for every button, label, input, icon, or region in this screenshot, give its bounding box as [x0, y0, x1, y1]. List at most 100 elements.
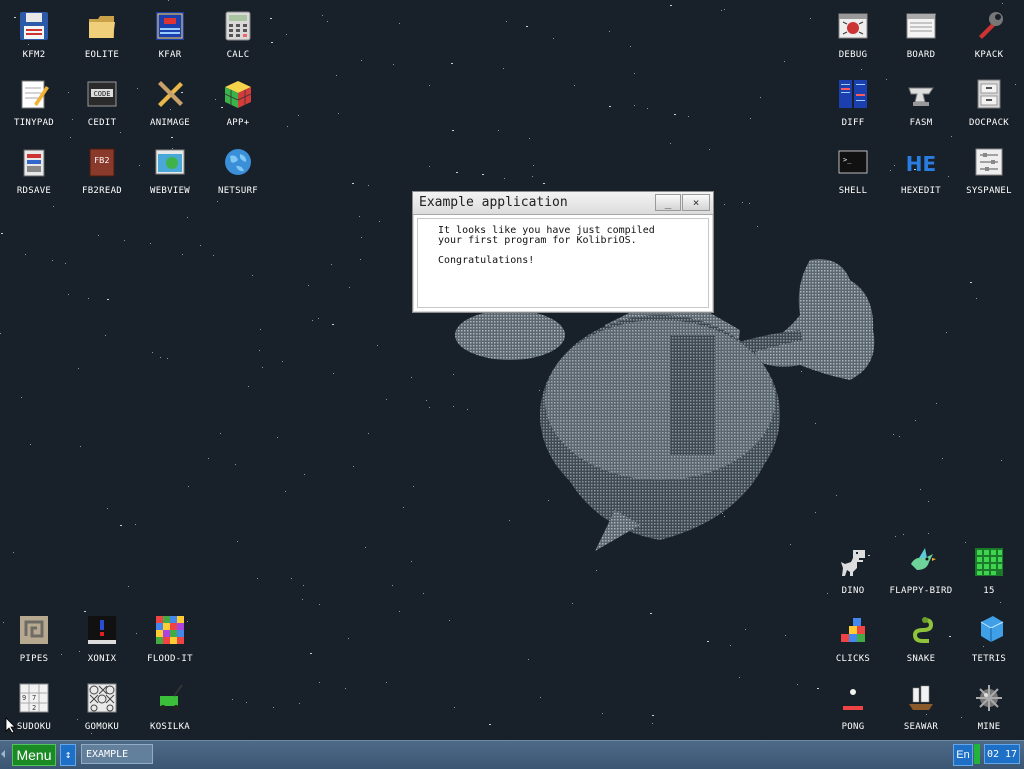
- keyboard-layout-indicator[interactable]: En: [953, 744, 973, 766]
- desktop-icon-animage[interactable]: ANIMAGE: [136, 68, 204, 134]
- desktop-icon-label: DINO: [841, 586, 865, 596]
- star: [411, 561, 412, 562]
- svg-text:FB2: FB2: [94, 156, 109, 165]
- desktop-icon-flappy-bird[interactable]: FLAPPY-BIRD: [887, 536, 955, 602]
- anvil-icon: [905, 78, 937, 110]
- star: [920, 489, 921, 490]
- desktop-icon-kfar[interactable]: KFAR: [136, 0, 204, 66]
- switch-windows-button[interactable]: ↕: [60, 744, 76, 766]
- star: [707, 641, 709, 642]
- desktop[interactable]: KFM2 EOLITE KFAR CALC TINYPAD CODE CEDIT ANIMAG…: [0, 0, 1024, 740]
- desktop-icon-clicks[interactable]: CLICKS: [819, 604, 887, 670]
- desktop-icon-tetris[interactable]: TETRIS: [955, 604, 1023, 670]
- desktop-icon-label: DEBUG: [838, 50, 868, 60]
- desktop-icon-seawar[interactable]: SEAWAR: [887, 672, 955, 738]
- star: [392, 585, 393, 586]
- star: [360, 259, 361, 260]
- desktop-icon-xonix[interactable]: XONIX: [68, 604, 136, 670]
- desktop-icon-webview[interactable]: WEBVIEW: [136, 136, 204, 202]
- star: [246, 702, 247, 703]
- desktop-icon-label: FLAPPY-BIRD: [889, 586, 953, 596]
- close-button[interactable]: ×: [682, 194, 710, 211]
- star: [652, 715, 654, 716]
- desktop-icon-label: TETRIS: [971, 654, 1007, 664]
- desktop-icon-label: FASM: [909, 118, 933, 128]
- desktop-icon-snake[interactable]: SNAKE: [887, 604, 955, 670]
- desktop-icon-pong[interactable]: PONG: [819, 672, 887, 738]
- desktop-icon-label: PIPES: [19, 654, 49, 664]
- desktop-icon-flood-it[interactable]: FLOOD-IT: [136, 604, 204, 670]
- desktop-icon-board[interactable]: BOARD: [887, 0, 955, 66]
- desktop-icon-docpack[interactable]: DOCPACK: [955, 68, 1023, 134]
- desktop-icon-calc[interactable]: CALC: [204, 0, 272, 66]
- desktop-icon-rdsave[interactable]: RDSAVE: [0, 136, 68, 202]
- notepad-icon: [18, 78, 50, 110]
- star: [429, 407, 430, 408]
- desktop-icon-label: SEAWAR: [903, 722, 939, 732]
- desktop-icon-dino[interactable]: DINO: [819, 536, 887, 602]
- star: [327, 21, 328, 22]
- desktop-icon-app-[interactable]: APP+: [204, 68, 272, 134]
- star: [709, 149, 710, 150]
- star: [361, 60, 362, 61]
- star: [13, 552, 14, 553]
- svg-text:HE: HE: [906, 152, 936, 176]
- star: [749, 203, 750, 204]
- minimize-button[interactable]: _: [655, 194, 681, 211]
- desktop-icon-fasm[interactable]: FASM: [887, 68, 955, 134]
- desktop-icon-eolite[interactable]: EOLITE: [68, 0, 136, 66]
- star: [68, 294, 69, 295]
- desktop-icon-kpack[interactable]: KPACK: [955, 0, 1023, 66]
- star: [784, 61, 785, 62]
- desktop-icon-label: CEDIT: [87, 118, 117, 128]
- star: [553, 38, 554, 39]
- desktop-icon-pipes[interactable]: PIPES: [0, 604, 68, 670]
- star: [352, 183, 354, 184]
- desktop-icon-label: KFAR: [158, 50, 182, 60]
- star: [25, 254, 26, 255]
- star: [724, 204, 725, 205]
- star: [319, 682, 320, 683]
- desktop-icon-hexedit[interactable]: HE HEXEDIT: [887, 136, 955, 202]
- scroll-left-icon[interactable]: [1, 750, 5, 758]
- desktop-icon-syspanel[interactable]: SYSPANEL: [955, 136, 1023, 202]
- pipes-icon: [18, 614, 50, 646]
- svg-text:7: 7: [32, 694, 36, 702]
- star: [160, 357, 161, 358]
- desktop-icon-debug[interactable]: DEBUG: [819, 0, 887, 66]
- star: [213, 255, 214, 256]
- sliders-icon: [973, 146, 1005, 178]
- desktop-icon-gomoku[interactable]: GOMOKU: [68, 672, 136, 738]
- star: [248, 386, 249, 387]
- status-indicator: [974, 744, 980, 764]
- desktop-icon-mine[interactable]: MINE: [955, 672, 1023, 738]
- star: [88, 298, 89, 299]
- desktop-icon-netsurf[interactable]: NETSURF: [204, 136, 272, 202]
- menu-button[interactable]: Menu: [12, 744, 56, 766]
- taskbar-item-example[interactable]: EXAMPLE: [81, 744, 153, 764]
- desktop-icon-label: CLICKS: [835, 654, 871, 664]
- desktop-icon-label: RDSAVE: [16, 186, 52, 196]
- star: [379, 221, 380, 222]
- star: [331, 264, 332, 265]
- desktop-icon-kosilka[interactable]: KOSILKA: [136, 672, 204, 738]
- desktop-icon-kfm2[interactable]: KFM2: [0, 0, 68, 66]
- clock[interactable]: 02 17: [984, 744, 1020, 764]
- star: [399, 611, 400, 612]
- desktop-icon-label: MINE: [977, 722, 1001, 732]
- star: [928, 501, 929, 502]
- star: [454, 707, 455, 708]
- example-application-window[interactable]: Example application _ × It looks like yo…: [412, 191, 714, 313]
- star: [489, 724, 491, 725]
- desktop-icon-tinypad[interactable]: TINYPAD: [0, 68, 68, 134]
- desktop-icon-fb2read[interactable]: FB2 FB2READ: [68, 136, 136, 202]
- desktop-icon-cedit[interactable]: CODE CEDIT: [68, 68, 136, 134]
- star: [188, 486, 189, 487]
- desktop-icon-shell[interactable]: >_ SHELL: [819, 136, 887, 202]
- bug-icon: [837, 10, 869, 42]
- star: [107, 508, 108, 509]
- window-titlebar[interactable]: Example application _ ×: [413, 192, 713, 215]
- star: [739, 677, 740, 678]
- desktop-icon-15[interactable]: 15: [955, 536, 1023, 602]
- desktop-icon-diff[interactable]: DIFF: [819, 68, 887, 134]
